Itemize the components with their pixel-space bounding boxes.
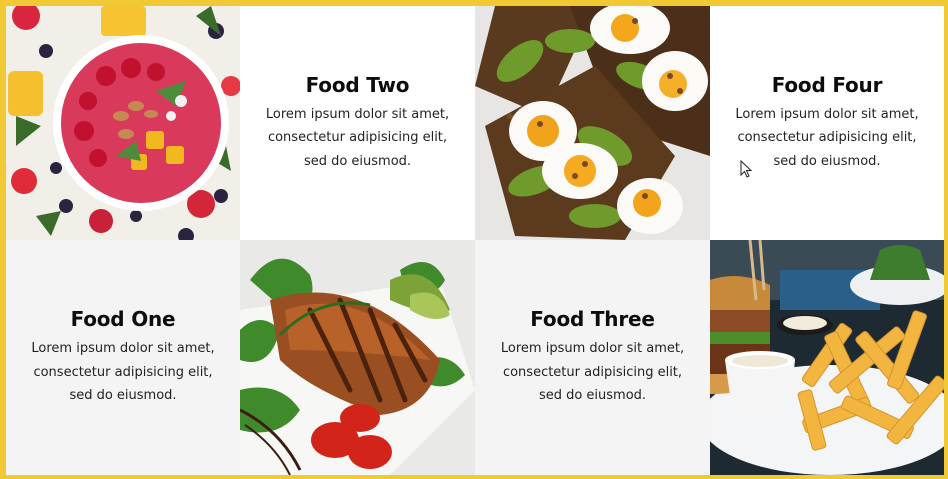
card-food-three: Food Three Lorem ipsum dolor sit amet, c… — [475, 240, 710, 475]
grilled-salmon-picture — [240, 240, 475, 475]
card-description: Lorem ipsum dolor sit amet, consectetur … — [31, 341, 215, 404]
gallery-frame: Food Two Lorem ipsum dolor sit amet, con… — [0, 0, 948, 479]
card-food-four: Food Four Lorem ipsum dolor sit amet, co… — [710, 6, 944, 240]
smoothie-bowl-picture — [6, 6, 240, 240]
card-food-two: Food Two Lorem ipsum dolor sit amet, con… — [240, 6, 475, 240]
burger-fries-picture — [710, 240, 944, 475]
card-food-one: Food One Lorem ipsum dolor sit amet, con… — [6, 240, 240, 475]
card-title: Food Four — [771, 72, 883, 97]
card-description: Lorem ipsum dolor sit amet, consectetur … — [265, 106, 450, 169]
burger-fries-image — [710, 240, 944, 475]
avocado-toast-picture — [475, 6, 710, 240]
card-title: Food Three — [530, 307, 655, 332]
smoothie-bowl-image — [6, 6, 240, 240]
card-description: Lorem ipsum dolor sit amet, consectetur … — [500, 341, 685, 404]
mouse-cursor-icon — [740, 160, 752, 178]
food-grid: Food Two Lorem ipsum dolor sit amet, con… — [6, 6, 944, 475]
grilled-salmon-image — [240, 240, 475, 475]
card-title: Food One — [70, 307, 176, 332]
card-description: Lorem ipsum dolor sit amet, consectetur … — [735, 106, 919, 169]
card-title: Food Two — [305, 72, 410, 97]
avocado-toast-image — [475, 6, 710, 240]
